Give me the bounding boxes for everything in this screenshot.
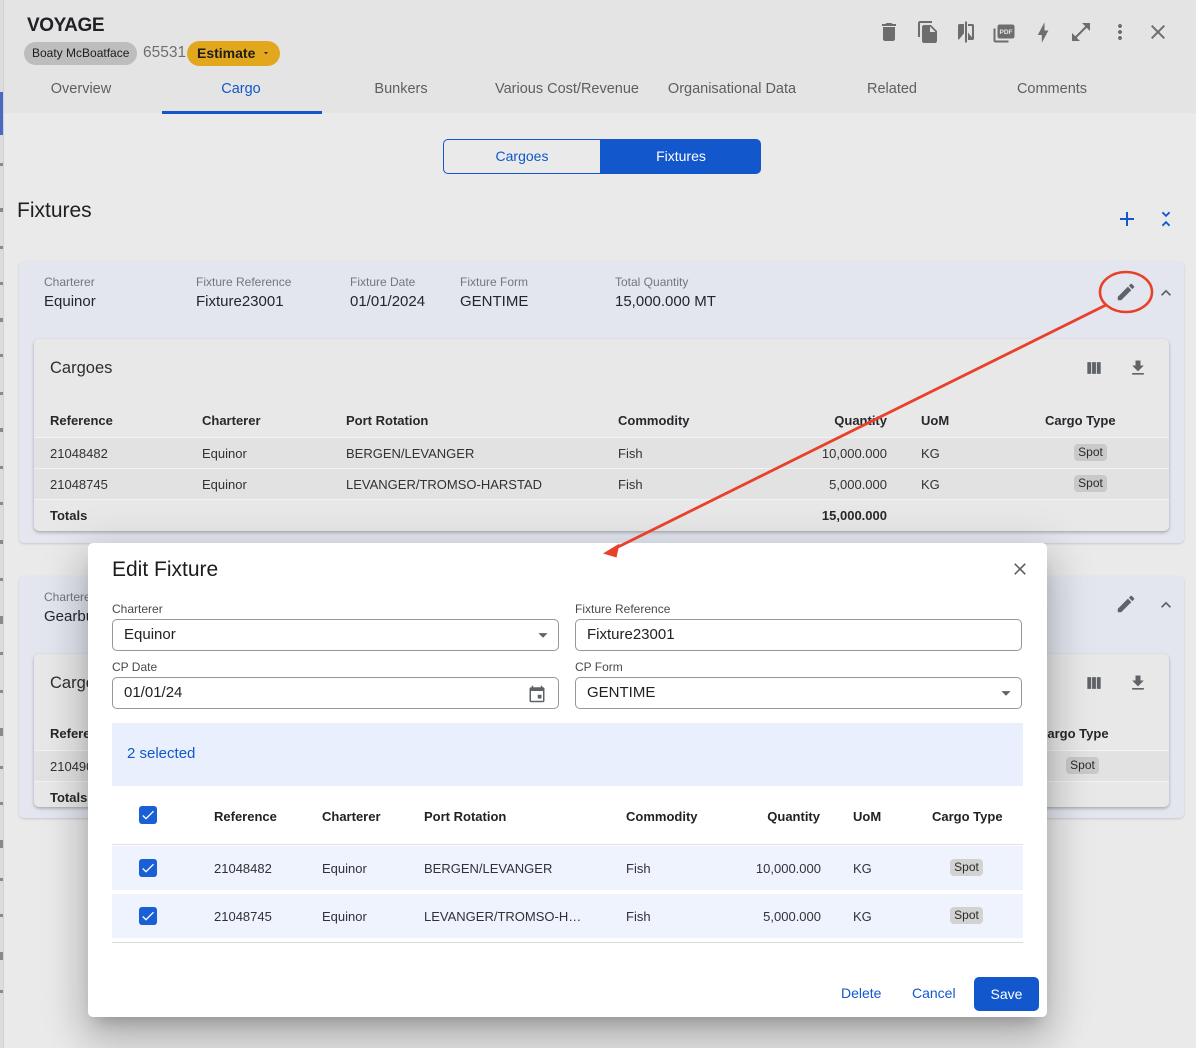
svg-text:PDF: PDF bbox=[1000, 29, 1013, 36]
